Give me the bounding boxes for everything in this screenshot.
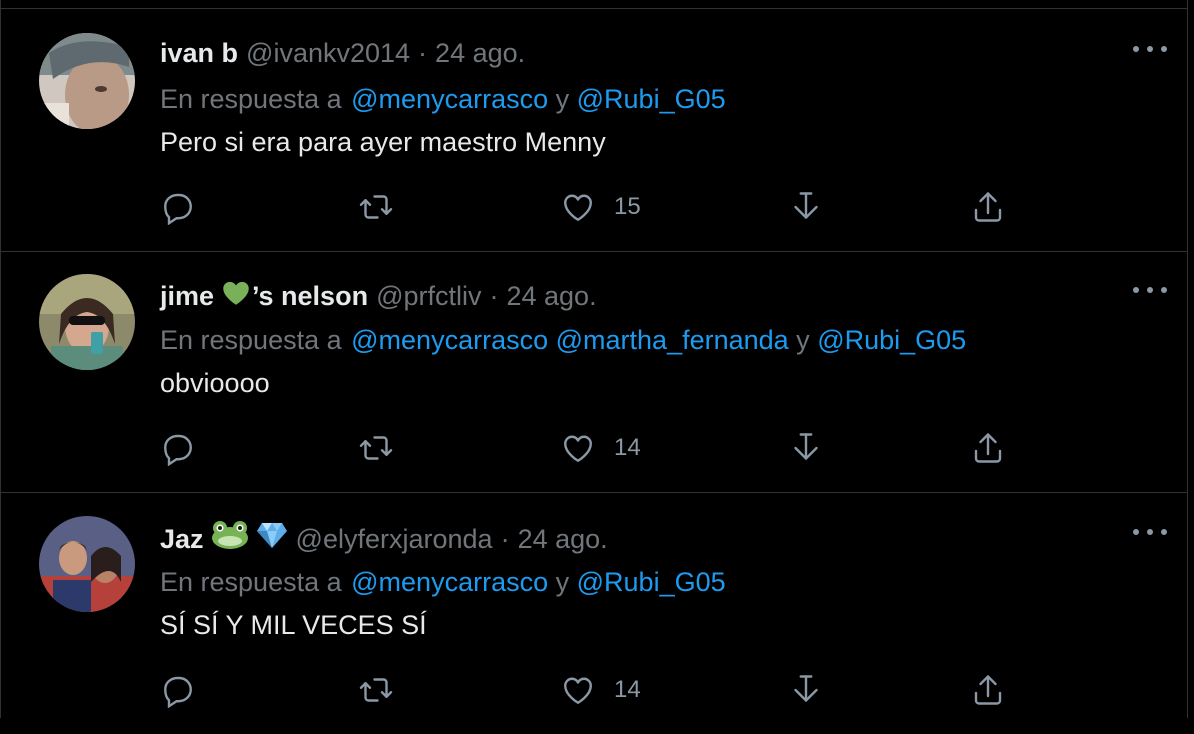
- heart-icon: [564, 435, 592, 462]
- download-button[interactable]: [788, 670, 824, 710]
- retweet-icon: [359, 195, 393, 219]
- user-handle[interactable]: @prfctliv: [376, 280, 481, 312]
- share-button[interactable]: [970, 670, 1006, 710]
- mention-link[interactable]: @Rubi_G05: [577, 567, 726, 597]
- like-count: 15: [614, 193, 641, 220]
- like-button[interactable]: 15: [560, 187, 641, 227]
- display-name[interactable]: Jaz: [160, 523, 204, 555]
- tweet-header: jime ’s nelson @prfctliv · 24 ago.: [160, 278, 597, 313]
- frog-icon: [210, 520, 250, 557]
- heart-icon: [564, 194, 592, 221]
- separator-dot: ·: [489, 280, 499, 311]
- tweet-actions: 14: [160, 428, 1020, 468]
- mention-link[interactable]: @Rubi_G05: [577, 84, 726, 114]
- reply-prefix: En respuesta a: [160, 325, 342, 355]
- mention-link[interactable]: @menycarrasco: [351, 567, 548, 597]
- green-heart-icon: [220, 278, 252, 313]
- download-arrow-icon: [794, 192, 818, 219]
- tweet-reply[interactable]: jime ’s nelson @prfctliv · 24 ago. En re…: [1, 250, 1187, 493]
- display-name-suffix[interactable]: ’s nelson: [252, 280, 368, 312]
- retweet-button[interactable]: [358, 670, 394, 710]
- separator-dot: ·: [500, 523, 510, 554]
- share-button[interactable]: [970, 187, 1006, 227]
- retweet-icon: [359, 678, 393, 702]
- retweet-button[interactable]: [358, 187, 394, 227]
- tweet-header: Jaz @elyferxjaronda · 24 ago.: [160, 520, 608, 557]
- more-options-icon[interactable]: [1133, 39, 1167, 59]
- reply-icon: [164, 193, 192, 225]
- mention-link[interactable]: @martha_fernanda: [556, 325, 789, 355]
- display-name[interactable]: jime: [160, 280, 214, 312]
- reply-icon: [164, 676, 192, 708]
- share-button[interactable]: [970, 428, 1006, 468]
- reply-context: En respuesta a @menycarrasco y @Rubi_G05: [160, 83, 726, 115]
- share-icon: [974, 433, 1002, 463]
- like-button[interactable]: 14: [560, 670, 641, 710]
- tweet-date[interactable]: 24 ago.: [518, 523, 608, 555]
- retweet-button[interactable]: [358, 428, 394, 468]
- tweet-text: SÍ SÍ Y MIL VECES SÍ: [160, 610, 427, 640]
- mention-link[interactable]: @menycarrasco: [351, 325, 548, 355]
- share-icon: [974, 675, 1002, 705]
- separator-dot: ·: [418, 38, 428, 68]
- user-handle[interactable]: @elyferxjaronda: [296, 523, 493, 555]
- mention-separator: [548, 325, 556, 355]
- like-count: 14: [614, 676, 641, 703]
- tweet-text: Pero si era para ayer maestro Menny: [160, 127, 606, 157]
- share-icon: [974, 192, 1002, 222]
- user-handle[interactable]: @ivankv2014: [246, 37, 410, 69]
- reply-prefix: En respuesta a: [160, 84, 342, 114]
- heart-icon: [564, 677, 592, 704]
- like-button[interactable]: 14: [560, 428, 641, 468]
- download-button[interactable]: [788, 428, 824, 468]
- reply-context: En respuesta a @menycarrasco @martha_fer…: [160, 324, 966, 356]
- tweet-actions: 14: [160, 670, 1020, 710]
- display-name[interactable]: ivan b: [160, 37, 238, 69]
- tweet-date[interactable]: 24 ago.: [435, 37, 525, 69]
- reply-prefix: En respuesta a: [160, 567, 342, 597]
- tweet-date[interactable]: 24 ago.: [506, 280, 596, 312]
- download-button[interactable]: [788, 187, 824, 227]
- gem-icon: [256, 521, 288, 556]
- download-arrow-icon: [794, 675, 818, 702]
- mention-separator: y: [548, 567, 577, 597]
- mention-link[interactable]: @Rubi_G05: [817, 325, 966, 355]
- reply-button[interactable]: [160, 670, 196, 710]
- reply-thread: ivan b @ivankv2014 · 24 ago. En respuest…: [0, 0, 1188, 718]
- tweet-reply[interactable]: Jaz @elyferxjaronda · 24 ago. En respues…: [1, 492, 1187, 734]
- reply-context: En respuesta a @menycarrasco y @Rubi_G05: [160, 566, 726, 598]
- tweet-header: ivan b @ivankv2014 · 24 ago.: [160, 37, 525, 69]
- tweet-text: obvioooo: [160, 368, 270, 398]
- tweet-actions: 15: [160, 187, 1020, 227]
- retweet-icon: [359, 436, 393, 460]
- reply-button[interactable]: [160, 428, 196, 468]
- tweet-reply[interactable]: ivan b @ivankv2014 · 24 ago. En respuest…: [1, 8, 1187, 252]
- like-count: 14: [614, 434, 641, 461]
- more-options-icon[interactable]: [1133, 522, 1167, 542]
- avatar[interactable]: [39, 274, 135, 370]
- avatar[interactable]: [39, 33, 135, 129]
- mention-link[interactable]: @menycarrasco: [351, 84, 548, 114]
- download-arrow-icon: [794, 433, 818, 460]
- reply-button[interactable]: [160, 187, 196, 227]
- avatar[interactable]: [39, 516, 135, 612]
- more-options-icon[interactable]: [1133, 280, 1167, 300]
- mention-separator: y: [548, 84, 577, 114]
- reply-icon: [164, 434, 192, 466]
- mention-separator: y: [788, 325, 818, 355]
